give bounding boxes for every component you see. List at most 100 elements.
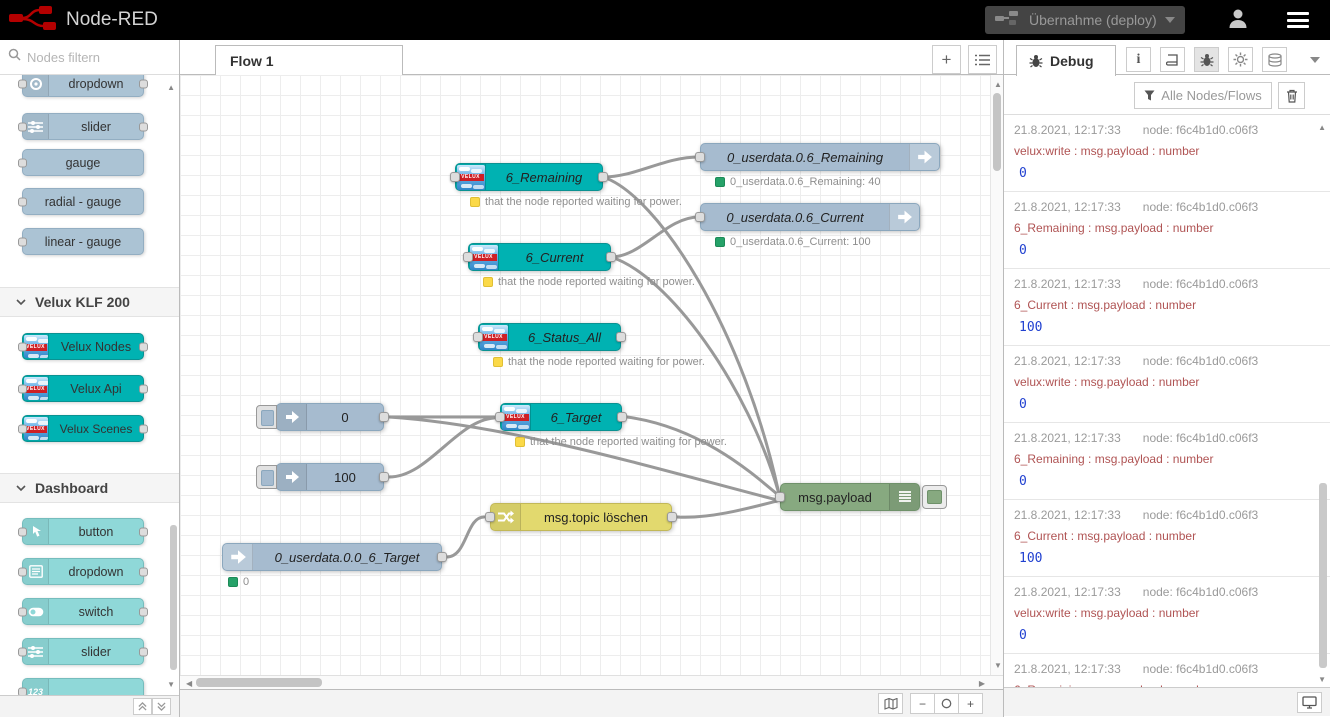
search-input[interactable]	[27, 50, 157, 65]
debug-message-list[interactable]: ▲ ▼ 21.8.2021, 12:17:33node: f6c4b1d0.c0…	[1004, 115, 1330, 688]
palette-search[interactable]	[0, 40, 179, 75]
navigator-button[interactable]	[878, 693, 903, 714]
palette-node-velux-nodes[interactable]: Velux Nodes	[22, 333, 144, 360]
port[interactable]	[463, 252, 473, 262]
port[interactable]	[139, 384, 148, 393]
port[interactable]	[18, 687, 27, 695]
port[interactable]	[775, 492, 785, 502]
node-inject-100[interactable]: 100	[276, 463, 384, 491]
port[interactable]	[667, 512, 677, 522]
palette-scroll-area[interactable]: ▲ ▼ dropdown slider gauge radial - gauge	[0, 75, 179, 695]
palette-node-radial-gauge[interactable]: radial - gauge	[22, 188, 144, 215]
debug-tab-button[interactable]	[1194, 47, 1219, 72]
node-out-current[interactable]: 0_userdata.0.6_Current	[700, 203, 920, 231]
palette-scroll-up-icon[interactable]: ▲	[167, 83, 175, 92]
wire[interactable]	[611, 257, 779, 494]
palette-node-linear-gauge[interactable]: linear - gauge	[22, 228, 144, 255]
palette-node-slider[interactable]: slider	[22, 638, 144, 665]
port[interactable]	[18, 122, 27, 131]
deploy-button[interactable]: Übernahme (deploy)	[985, 6, 1185, 34]
debug-scrollbar-thumb[interactable]	[1319, 483, 1327, 668]
node-6-status-all[interactable]: 6_Status_All	[478, 323, 621, 351]
debug-message[interactable]: 21.8.2021, 12:17:33node: f6c4b1d0.c06f3 …	[1004, 577, 1330, 654]
flow-list-button[interactable]	[968, 45, 997, 74]
zoom-reset-button[interactable]	[934, 693, 959, 714]
port[interactable]	[437, 552, 447, 562]
port[interactable]	[606, 252, 616, 262]
port[interactable]	[18, 158, 27, 167]
deploy-caret-icon[interactable]	[1165, 17, 1175, 23]
node-debug-msg-payload[interactable]: msg.payload	[780, 483, 920, 511]
port[interactable]	[18, 384, 27, 393]
port[interactable]	[18, 567, 27, 576]
sidebar-menu-caret-icon[interactable]	[1310, 57, 1320, 63]
canvas-horizontal-scrollbar[interactable]: ◀ ▶	[180, 675, 1003, 689]
palette-node-velux-scenes[interactable]: Velux Scenes	[22, 415, 144, 442]
debug-message[interactable]: 21.8.2021, 12:17:33node: f6c4b1d0.c06f3 …	[1004, 115, 1330, 192]
port[interactable]	[473, 332, 483, 342]
palette-node-switch[interactable]: switch	[22, 598, 144, 625]
wire[interactable]	[447, 517, 484, 557]
port[interactable]	[18, 527, 27, 536]
port[interactable]	[139, 424, 148, 433]
debug-message[interactable]: 21.8.2021, 12:17:33node: f6c4b1d0.c06f3 …	[1004, 423, 1330, 500]
palette-node-dropdown[interactable]: dropdown	[22, 558, 144, 585]
wire[interactable]	[611, 217, 699, 257]
port[interactable]	[695, 212, 705, 222]
context-tab-button[interactable]	[1262, 47, 1287, 72]
node-6-target[interactable]: 6_Target	[500, 403, 622, 431]
palette-node-button[interactable]: button	[22, 518, 144, 545]
port[interactable]	[616, 332, 626, 342]
node-6-current[interactable]: 6_Current	[468, 243, 611, 271]
port[interactable]	[18, 607, 27, 616]
inject-button[interactable]	[256, 465, 277, 489]
palette-scrollbar-thumb[interactable]	[170, 525, 177, 670]
node-change-msg-topic[interactable]: msg.topic löschen	[490, 503, 672, 531]
scroll-right-icon[interactable]: ▶	[979, 679, 985, 688]
canvas-vscroll-thumb[interactable]	[993, 93, 1001, 171]
collapse-all-button[interactable]	[133, 698, 152, 715]
inject-button[interactable]	[256, 405, 277, 429]
zoom-in-button[interactable]: +	[958, 693, 983, 714]
flow-canvas[interactable]: 6_Remaining that the node reported waiti…	[180, 75, 1003, 675]
debug-filter-button[interactable]: Alle Nodes/Flows	[1134, 82, 1272, 109]
port[interactable]	[139, 342, 148, 351]
node-out-remaining[interactable]: 0_userdata.0.6_Remaining	[700, 143, 940, 171]
tab-flow-1[interactable]: Flow 1	[215, 45, 403, 76]
port[interactable]	[139, 527, 148, 536]
port[interactable]	[18, 197, 27, 206]
port[interactable]	[379, 472, 389, 482]
canvas-hscroll-thumb[interactable]	[196, 678, 322, 687]
expand-all-button[interactable]	[152, 698, 171, 715]
palette-node-numeric[interactable]: 123	[22, 678, 144, 695]
wire[interactable]	[603, 157, 699, 177]
zoom-out-button[interactable]: −	[910, 693, 935, 714]
palette-node-slider-top[interactable]: slider	[22, 113, 144, 140]
user-button[interactable]	[1218, 4, 1258, 36]
port[interactable]	[598, 172, 608, 182]
port[interactable]	[617, 412, 627, 422]
canvas-vertical-scrollbar[interactable]: ▲ ▼	[990, 75, 1003, 675]
port[interactable]	[139, 122, 148, 131]
palette-category-velux[interactable]: Velux KLF 200	[0, 287, 179, 317]
port[interactable]	[18, 237, 27, 246]
port[interactable]	[139, 567, 148, 576]
port[interactable]	[495, 412, 505, 422]
wire[interactable]	[677, 501, 777, 517]
config-tab-button[interactable]	[1228, 47, 1253, 72]
port[interactable]	[18, 647, 27, 656]
port[interactable]	[139, 607, 148, 616]
info-tab-button[interactable]: i	[1126, 47, 1151, 72]
palette-node-dropdown-top[interactable]: dropdown	[22, 75, 144, 97]
debug-message[interactable]: 21.8.2021, 12:17:33node: f6c4b1d0.c06f3 …	[1004, 269, 1330, 346]
palette-node-gauge[interactable]: gauge	[22, 149, 144, 176]
add-flow-button[interactable]: +	[932, 45, 961, 74]
node-inject-0[interactable]: 0	[276, 403, 384, 431]
scroll-up-icon[interactable]: ▲	[994, 80, 1002, 89]
palette-node-velux-api[interactable]: Velux Api	[22, 375, 144, 402]
port[interactable]	[485, 512, 495, 522]
port[interactable]	[450, 172, 460, 182]
port[interactable]	[18, 342, 27, 351]
debug-message[interactable]: 21.8.2021, 12:17:33node: f6c4b1d0.c06f3 …	[1004, 654, 1330, 688]
scroll-left-icon[interactable]: ◀	[186, 679, 192, 688]
